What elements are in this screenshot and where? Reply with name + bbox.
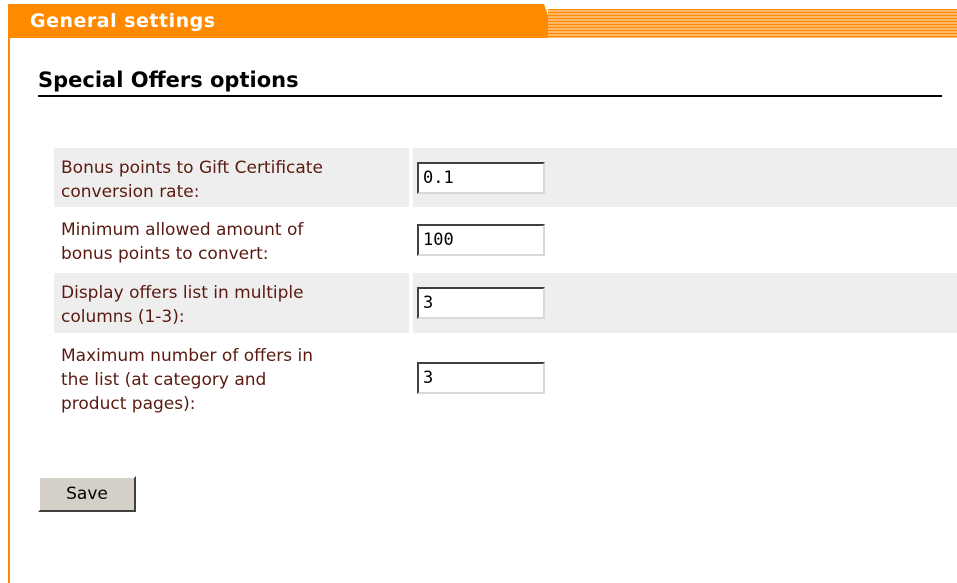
setting-label-line: Display offers list in multiple: [61, 283, 304, 303]
setting-input-cell: [413, 273, 957, 333]
setting-row-min-bonus-points: Minimum allowed amount of bonus points t…: [54, 210, 957, 270]
tab-stripes-decoration: [548, 9, 957, 38]
setting-label-line: product pages):: [61, 394, 196, 414]
header-tab-bar: General settings: [0, 0, 957, 38]
setting-label: Bonus points to Gift Certificate convers…: [54, 148, 409, 207]
min-bonus-points-input[interactable]: [417, 224, 545, 256]
settings-table: Bonus points to Gift Certificate convers…: [54, 148, 957, 423]
setting-label-line: columns (1-3):: [61, 307, 185, 327]
left-border-rule: [8, 38, 10, 583]
setting-row-max-offers: Maximum number of offers in the list (at…: [54, 336, 957, 420]
setting-label: Display offers list in multiple columns …: [54, 273, 409, 333]
conversion-rate-input[interactable]: [417, 161, 545, 194]
setting-input-cell: [413, 210, 957, 270]
columns-input[interactable]: [417, 287, 545, 319]
setting-label-line: Minimum allowed amount of: [61, 220, 304, 240]
setting-row-conversion-rate: Bonus points to Gift Certificate convers…: [54, 148, 957, 207]
section-title: Special Offers options: [38, 68, 299, 92]
setting-label-line: Bonus points to Gift Certificate: [61, 158, 323, 178]
setting-label-line: bonus points to convert:: [61, 244, 269, 264]
section-underline: [38, 95, 942, 97]
setting-label-line: Maximum number of offers in: [61, 346, 314, 366]
setting-input-cell: [413, 336, 957, 420]
setting-label-line: conversion rate:: [61, 182, 200, 202]
setting-label: Maximum number of offers in the list (at…: [54, 336, 409, 420]
tab-title: General settings: [30, 10, 216, 32]
setting-input-cell: [413, 148, 957, 207]
max-offers-input[interactable]: [417, 362, 545, 394]
setting-label: Minimum allowed amount of bonus points t…: [54, 210, 409, 270]
setting-row-columns: Display offers list in multiple columns …: [54, 273, 957, 333]
save-button[interactable]: Save: [38, 476, 136, 512]
setting-label-line: the list (at category and: [61, 370, 267, 390]
